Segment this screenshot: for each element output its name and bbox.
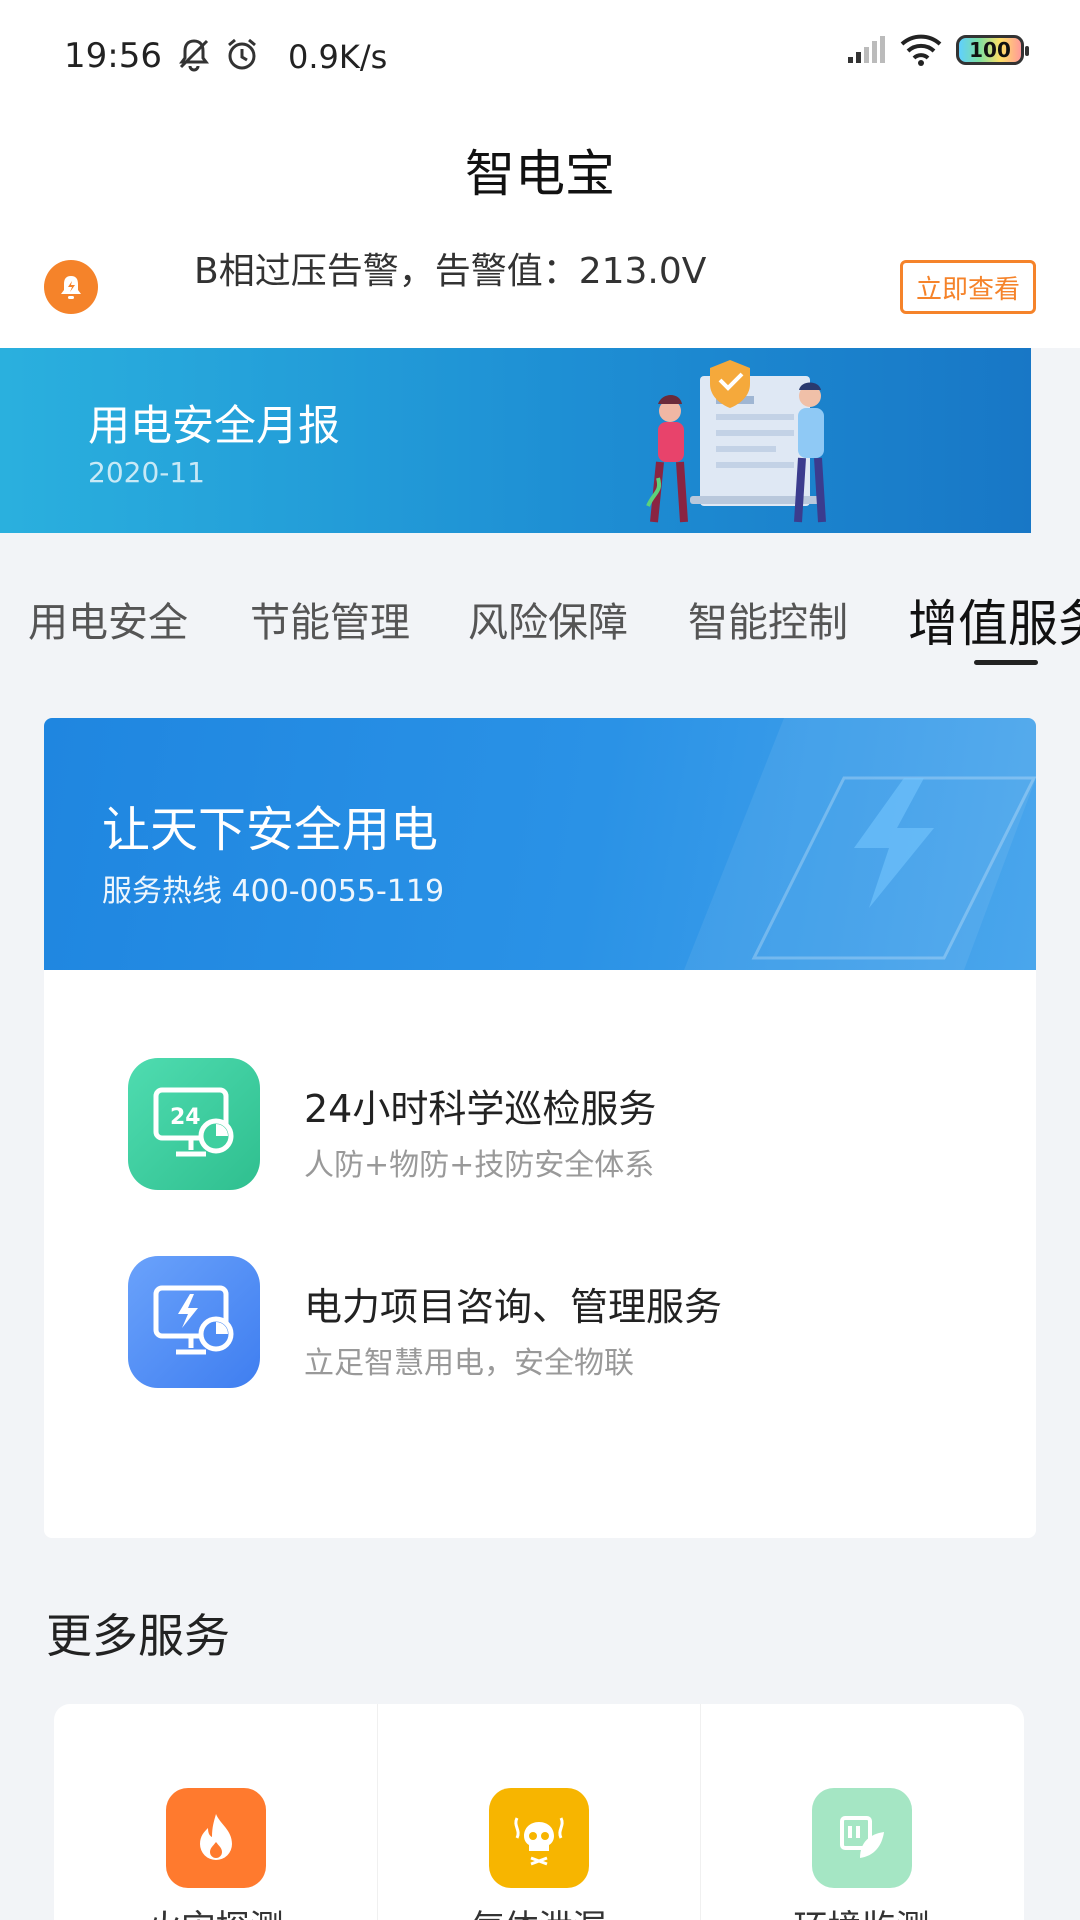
service-item-inspection[interactable]: 24 24小时科学巡检服务 人防+物防+技防安全体系 [128,1058,948,1198]
service-subtitle: 人防+物防+技防安全体系 [304,1148,655,1183]
lightning-decoration-icon [684,718,1036,970]
tab-risk-protection[interactable]: 风险保障 [468,590,628,648]
view-now-button[interactable]: 立即查看 [900,260,1036,314]
banner-date: 2020-11 [88,456,205,489]
alert-bell-icon [44,260,98,314]
battery-indicator: 100 [956,35,1029,65]
monitor-24h-icon: 24 [128,1058,260,1190]
app-header: 智电宝 [0,110,1080,230]
leaf-icon [812,1788,912,1888]
tab-smart-control[interactable]: 智能控制 [688,590,848,648]
tab-electric-safety[interactable]: 用电安全 [28,590,188,648]
page-title: 智电宝 [465,145,615,203]
service-item-consulting[interactable]: 电力项目咨询、管理服务 立足智慧用电，安全物联 [128,1256,948,1396]
alert-message: B相过压告警，告警值：213.0V [194,251,707,292]
wifi-icon [900,34,942,66]
fire-icon [166,1788,266,1888]
gas-skull-icon [489,1788,589,1888]
report-illustration [646,360,826,523]
status-bar: 19:56 0.9K/s 100 [0,0,1080,110]
service-hero: 让天下安全用电 服务热线 400-0055-119 [44,718,1036,970]
battery-level: 100 [969,38,1011,62]
more-item-gas-leak[interactable]: 气体泄漏 [377,1704,700,1920]
active-tab-indicator [974,660,1038,665]
more-item-label: 环境监测 [700,1900,1023,1920]
hero-title: 让天下安全用电 [102,802,439,858]
service-title: 24小时科学巡检服务 [304,1087,657,1131]
monthly-report-banner[interactable]: 用电安全月报 2020-11 [0,348,1031,533]
value-added-service-card: 让天下安全用电 服务热线 400-0055-119 24 24小时科学巡检服务 … [44,718,1036,1538]
monitor-bolt-icon [128,1256,260,1388]
category-tabs: 用电安全 节能管理 风险保障 智能控制 增值服务 [0,560,1080,670]
status-time: 19:56 [64,36,162,76]
more-item-label: 气体泄漏 [377,1900,700,1920]
tab-energy-management[interactable]: 节能管理 [250,590,410,648]
more-item-label: 火灾探测 [54,1900,377,1920]
service-title: 电力项目咨询、管理服务 [304,1285,723,1329]
banner-title: 用电安全月报 [88,401,341,450]
tab-value-added-services[interactable]: 增值服务 [908,584,1080,656]
more-services-grid: 火灾探测 气体泄漏 环境监测 [54,1704,1024,1920]
more-item-environment-monitoring[interactable]: 环境监测 [700,1704,1023,1920]
signal-icon [848,36,885,63]
alarm-clock-icon [228,38,256,70]
mute-bell-icon [179,39,209,72]
more-item-fire-detection[interactable]: 火灾探测 [54,1704,377,1920]
service-subtitle: 立足智慧用电，安全物联 [304,1346,634,1381]
service-hotline[interactable]: 服务热线 400-0055-119 [102,866,444,910]
more-services-heading: 更多服务 [46,1609,230,1663]
alert-bar: B相过压告警，告警值：213.0V 立即查看 [0,230,1080,348]
network-speed: 0.9K/s [288,38,388,76]
svg-text:24: 24 [170,1105,201,1130]
